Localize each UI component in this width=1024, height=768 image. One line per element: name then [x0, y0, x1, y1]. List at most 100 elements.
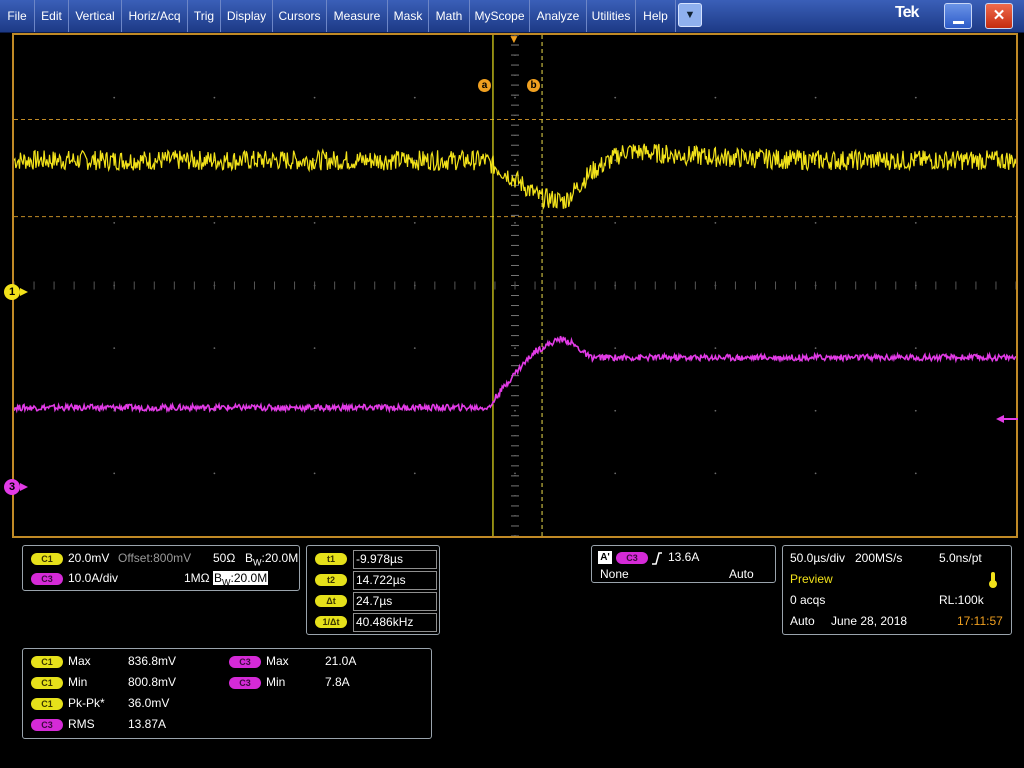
ch3-marker-arrow-icon [20, 483, 28, 491]
grid-dot [113, 221, 116, 224]
close-button[interactable]: ✕ [985, 3, 1013, 29]
cursor-t1-value[interactable]: -9.978µs [353, 550, 437, 569]
menu-horiz-acq[interactable]: Horiz/Acq [122, 0, 188, 32]
cursor-t2-tag: t2 [315, 574, 347, 586]
minimize-button[interactable] [944, 3, 972, 29]
meas-c1-pkpk-name: Pk-Pk* [68, 696, 105, 710]
menu-edit[interactable]: Edit [35, 0, 69, 32]
grid-dot [313, 221, 316, 224]
menu-trig[interactable]: Trig [188, 0, 221, 32]
grid-dot [213, 472, 216, 475]
acq-time: 17:11:57 [957, 614, 1003, 628]
minimize-icon [953, 21, 964, 24]
trigger-a-badge: A' [598, 551, 612, 564]
cursor-a-label[interactable]: a [478, 79, 491, 92]
grid-dot [814, 221, 817, 224]
menu-myscope[interactable]: MyScope [470, 0, 530, 32]
c1-tag[interactable]: C1 [31, 553, 63, 565]
c1-scale[interactable]: 20.0mV [68, 551, 109, 565]
grid-dot [213, 96, 216, 99]
menu-analyze[interactable]: Analyze [530, 0, 587, 32]
grid-dot [914, 221, 917, 224]
grid-dot [514, 96, 516, 99]
menu-file[interactable]: File [0, 0, 35, 32]
grid-dot [514, 159, 516, 162]
waveform-display[interactable] [12, 33, 1018, 538]
acq-date: June 28, 2018 [831, 614, 908, 628]
grid-dot [113, 472, 116, 475]
grid-dot [413, 96, 416, 99]
grid-dot [514, 472, 516, 475]
c1-bw-prefix: B [245, 551, 254, 565]
grid-dot [614, 221, 617, 224]
grid-dot [514, 221, 516, 224]
cursor-delta-tag: Δt [315, 595, 347, 607]
c3-bandwidth[interactable]: BW:20.0M [213, 571, 269, 587]
menu-measure[interactable]: Measure [327, 0, 388, 32]
menu-cursors[interactable]: Cursors [273, 0, 327, 32]
c3-impedance[interactable]: 1MΩ [184, 571, 210, 585]
meas-c1-min-src: C1 [31, 677, 63, 689]
grid-dot [313, 409, 316, 412]
cursor-delta-value[interactable]: 24.7µs [353, 592, 437, 611]
grid-dot [614, 159, 617, 162]
acquisition-panel[interactable]: 50.0µs/div 200MS/s 5.0ns/pt Preview 0 ac… [782, 545, 1012, 635]
grid-dot [614, 472, 617, 475]
grid-dot [413, 472, 416, 475]
grid-dot [814, 472, 817, 475]
close-icon: ✕ [992, 7, 1006, 24]
cursor-freq-tag: 1/Δt [315, 616, 347, 628]
meas-c3-max-name: Max [266, 654, 289, 668]
grid-dot [213, 347, 216, 350]
rising-edge-icon [652, 552, 662, 565]
channel-settings-panel: C1 20.0mV Offset:800mV 50Ω BW:20.0M C3 1… [22, 545, 300, 591]
menu-help[interactable]: Help [636, 0, 676, 32]
grid-dot [914, 409, 917, 412]
meas-c3-min-value: 7.8A [325, 675, 350, 689]
measurement-panel[interactable]: C1 Max 836.8mV C1 Min 800.8mV C1 Pk-Pk* … [22, 648, 432, 739]
meas-c1-max-src: C1 [31, 656, 63, 668]
c3-scale[interactable]: 10.0A/div [68, 571, 118, 585]
grid-dot [714, 96, 717, 99]
meas-c3-max-value: 21.0A [325, 654, 357, 668]
meas-c3-rms-value: 13.87A [128, 717, 167, 731]
grid-dot [914, 347, 917, 350]
grid-dot [313, 472, 316, 475]
grid-dot [714, 221, 717, 224]
cursor-freq-value[interactable]: 40.486kHz [353, 613, 437, 632]
grid-dot [714, 347, 717, 350]
meas-c3-max-src: C3 [229, 656, 261, 668]
acq-state: Preview [790, 572, 833, 586]
meas-c1-min-name: Min [68, 675, 88, 689]
menu-dropdown-button[interactable]: ▼ [678, 3, 702, 27]
menu-utilities[interactable]: Utilities [587, 0, 636, 32]
trigger-level-arrow-icon[interactable] [996, 415, 1004, 423]
meas-c1-max-name: Max [68, 654, 91, 668]
sample-rate: 200MS/s [855, 551, 903, 565]
c1-bw-value: :20.0M [261, 551, 299, 565]
menu-mask[interactable]: Mask [388, 0, 429, 32]
c1-bandwidth[interactable]: BW:20.0M [245, 551, 298, 567]
ch1-marker[interactable]: 1 [4, 284, 20, 300]
time-resolution: 5.0ns/pt [939, 551, 982, 565]
ch3-marker[interactable]: 3 [4, 479, 20, 495]
c3-tag[interactable]: C3 [31, 573, 63, 585]
c1-offset[interactable]: Offset:800mV [118, 551, 191, 565]
menu-math[interactable]: Math [429, 0, 470, 32]
trigger-position-icon[interactable]: ▼ [508, 33, 520, 45]
meas-c1-min-value: 800.8mV [128, 675, 177, 689]
cursor-t2-value[interactable]: 14.722µs [353, 571, 437, 590]
grid-dot [213, 221, 216, 224]
grid-dot [113, 96, 116, 99]
chevron-down-icon: ▼ [684, 9, 696, 21]
menu-vertical[interactable]: Vertical [69, 0, 122, 32]
cursor-b-label[interactable]: b [527, 79, 540, 92]
record-length: RL:100k [939, 593, 984, 607]
c1-impedance[interactable]: 50Ω [213, 551, 235, 565]
menu-bar: File Edit Vertical Horiz/Acq Trig Displa… [0, 0, 1024, 33]
grid-dot [714, 409, 717, 412]
cursor-readout-panel: t1 -9.978µs t2 14.722µs Δt 24.7µs 1/Δt 4… [306, 545, 440, 635]
menu-display[interactable]: Display [221, 0, 273, 32]
acq-count: 0 acqs [790, 593, 826, 607]
trigger-panel[interactable]: A' C3 13.6A None Auto [591, 545, 776, 583]
